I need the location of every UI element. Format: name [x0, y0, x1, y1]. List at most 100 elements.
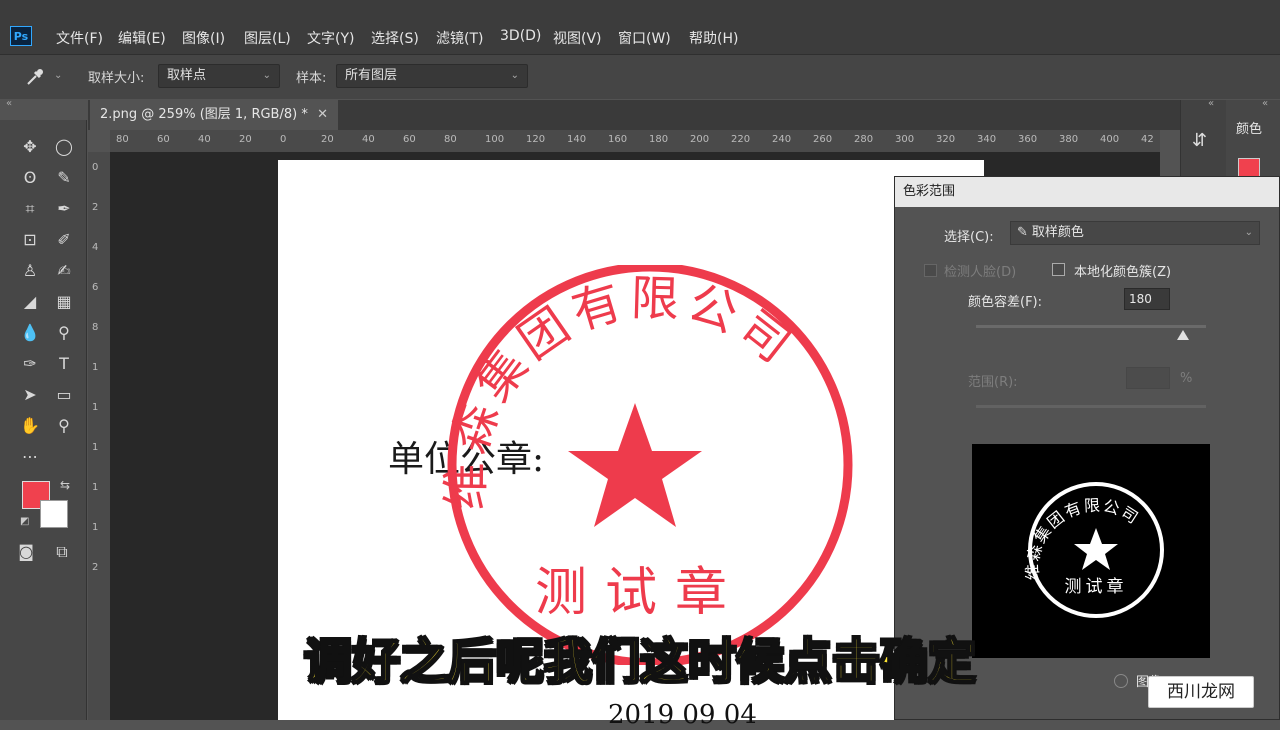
- localized-clusters-label: 本地化颜色簇(Z): [1074, 265, 1172, 280]
- company-seal-image: 维森集团有限公司 测试章: [438, 265, 853, 665]
- hand-tool-icon[interactable]: ✋: [18, 414, 42, 438]
- ruler-v-tick: 6: [92, 282, 99, 293]
- ruler-h-tick: 360: [1018, 134, 1038, 145]
- ruler-v-tick: 8: [92, 322, 99, 333]
- collapse-arrows-icon[interactable]: «: [6, 98, 12, 109]
- rectangle-tool-icon[interactable]: ▭: [52, 383, 76, 407]
- menu-item-3[interactable]: 图层(L): [244, 28, 291, 48]
- menu-item-0[interactable]: 文件(F): [56, 28, 103, 48]
- path-select-tool-icon[interactable]: ➤: [18, 383, 42, 407]
- ruler-h-tick: 320: [936, 134, 956, 145]
- detect-faces-checkbox[interactable]: [924, 264, 937, 277]
- move-tool-icon[interactable]: ✥: [18, 135, 42, 159]
- gradient-tool-icon[interactable]: ▦: [52, 290, 76, 314]
- localized-clusters-checkbox[interactable]: [1052, 263, 1065, 276]
- ruler-h-tick: 42: [1141, 134, 1154, 145]
- lasso-tool-icon[interactable]: ʘ: [18, 166, 42, 190]
- menu-item-2[interactable]: 图像(I): [182, 28, 225, 48]
- date-text: 2019 09 04: [608, 700, 757, 730]
- sample-select[interactable]: 所有图层 ⌄: [336, 64, 528, 88]
- screen-mode-icon[interactable]: ⧉: [50, 540, 74, 564]
- dodge-tool-icon[interactable]: ⚲: [52, 321, 76, 345]
- select-dropdown[interactable]: ✎ 取样颜色 ⌄: [1010, 221, 1260, 245]
- chevron-down-icon: ⌄: [262, 70, 271, 81]
- zoom-tool-icon[interactable]: ⚲: [52, 414, 76, 438]
- ruler-h-tick: 120: [526, 134, 546, 145]
- sample-size-select[interactable]: 取样点 ⌄: [158, 64, 280, 88]
- ruler-h-tick: 60: [403, 134, 416, 145]
- ruler-h-tick: 20: [321, 134, 334, 145]
- ruler-h-tick: 80: [444, 134, 457, 145]
- eyedropper-tool-icon[interactable]: ✒: [52, 197, 76, 221]
- menu-item-10[interactable]: 帮助(H): [689, 28, 738, 48]
- collapse-arrows-icon[interactable]: «: [1262, 98, 1268, 109]
- healing-tool-icon[interactable]: ⊡: [18, 228, 42, 252]
- seal-star-icon: [568, 403, 702, 527]
- chevron-down-icon: ⌄: [1244, 227, 1253, 238]
- ruler-h-tick: 200: [690, 134, 710, 145]
- range-input[interactable]: [1126, 367, 1170, 389]
- ruler-h-tick: 240: [772, 134, 792, 145]
- quick-mask-icon[interactable]: ◙: [14, 540, 38, 564]
- background-color-swatch[interactable]: [40, 500, 68, 528]
- eyedropper-tool-icon[interactable]: [24, 66, 46, 88]
- select-label: 选择(C):: [944, 230, 994, 245]
- ruler-h-tick: 220: [731, 134, 751, 145]
- horizontal-ruler: 80 60 40 20 0 20 40 60 80 100 120 140 160 180 200 220 24…: [110, 130, 1160, 153]
- default-colors-icon[interactable]: ◩: [20, 516, 29, 527]
- stamp-tool-icon[interactable]: ♙: [18, 259, 42, 283]
- fuzziness-slider-thumb[interactable]: [1177, 330, 1189, 340]
- document-tab-title: 2.png @ 259% (图层 1, RGB/8) *: [100, 107, 308, 122]
- ruler-h-tick: 80: [116, 134, 129, 145]
- ruler-h-tick: 20: [239, 134, 252, 145]
- ruler-h-tick: 400: [1100, 134, 1120, 145]
- ruler-h-tick: 140: [567, 134, 587, 145]
- close-icon[interactable]: ✕: [317, 100, 328, 130]
- eraser-tool-icon[interactable]: ◢: [18, 290, 42, 314]
- ruler-v-tick: 1: [92, 362, 99, 373]
- select-value: 取样颜色: [1031, 225, 1084, 240]
- menu-item-6[interactable]: 滤镜(T): [436, 28, 483, 48]
- crop-tool-icon[interactable]: ⌗: [18, 197, 42, 221]
- history-panel-icon[interactable]: ⇵: [1192, 130, 1207, 151]
- range-label: 范围(R):: [968, 375, 1018, 390]
- menu-item-1[interactable]: 编辑(E): [118, 28, 166, 48]
- fuzziness-slider[interactable]: [976, 325, 1206, 328]
- brush-tool-icon[interactable]: ✐: [52, 228, 76, 252]
- collapse-arrows-icon[interactable]: «: [1208, 98, 1214, 109]
- menu-item-7[interactable]: 3D(D): [500, 28, 541, 44]
- ruler-v-tick: 1: [92, 442, 99, 453]
- ruler-v-tick: 1: [92, 402, 99, 413]
- chevron-down-icon: ⌄: [510, 70, 519, 81]
- watermark-badge: 西川龙网: [1148, 676, 1254, 708]
- sample-value: 所有图层: [345, 68, 398, 83]
- detect-faces-label: 检测人脸(D): [944, 265, 1017, 280]
- swap-colors-icon[interactable]: ⇆: [60, 478, 70, 492]
- menu-item-9[interactable]: 窗口(W): [618, 28, 671, 48]
- menu-item-5[interactable]: 选择(S): [371, 28, 419, 48]
- type-tool-icon[interactable]: T: [52, 352, 76, 376]
- marquee-tool-icon[interactable]: ◯: [52, 135, 76, 159]
- menu-item-4[interactable]: 文字(Y): [307, 28, 354, 48]
- preview-seal-sub: 测试章: [1065, 577, 1128, 597]
- fuzziness-input[interactable]: 180: [1124, 288, 1170, 310]
- history-brush-tool-icon[interactable]: ✍: [52, 259, 76, 283]
- ruler-v-tick: 0: [92, 162, 99, 173]
- range-slider[interactable]: [976, 405, 1206, 408]
- dialog-title: 色彩范围: [895, 177, 1279, 207]
- fuzziness-label: 颜色容差(F):: [968, 295, 1043, 310]
- more-tools-icon[interactable]: ⋯: [18, 445, 42, 469]
- document-tab[interactable]: 2.png @ 259% (图层 1, RGB/8) * ✕: [90, 100, 338, 130]
- menu-item-8[interactable]: 视图(V): [553, 28, 602, 48]
- pen-tool-icon[interactable]: ✑: [18, 352, 42, 376]
- quick-select-tool-icon[interactable]: ✎: [52, 166, 76, 190]
- ruler-h-tick: 280: [854, 134, 874, 145]
- chevron-down-icon[interactable]: ⌄: [54, 70, 62, 81]
- ruler-h-tick: 340: [977, 134, 997, 145]
- blur-tool-icon[interactable]: 💧: [18, 321, 42, 345]
- ruler-h-tick: 100: [485, 134, 505, 145]
- ruler-h-tick: 40: [198, 134, 211, 145]
- ruler-h-tick: 40: [362, 134, 375, 145]
- ruler-h-tick: 180: [649, 134, 669, 145]
- ruler-h-tick: 260: [813, 134, 833, 145]
